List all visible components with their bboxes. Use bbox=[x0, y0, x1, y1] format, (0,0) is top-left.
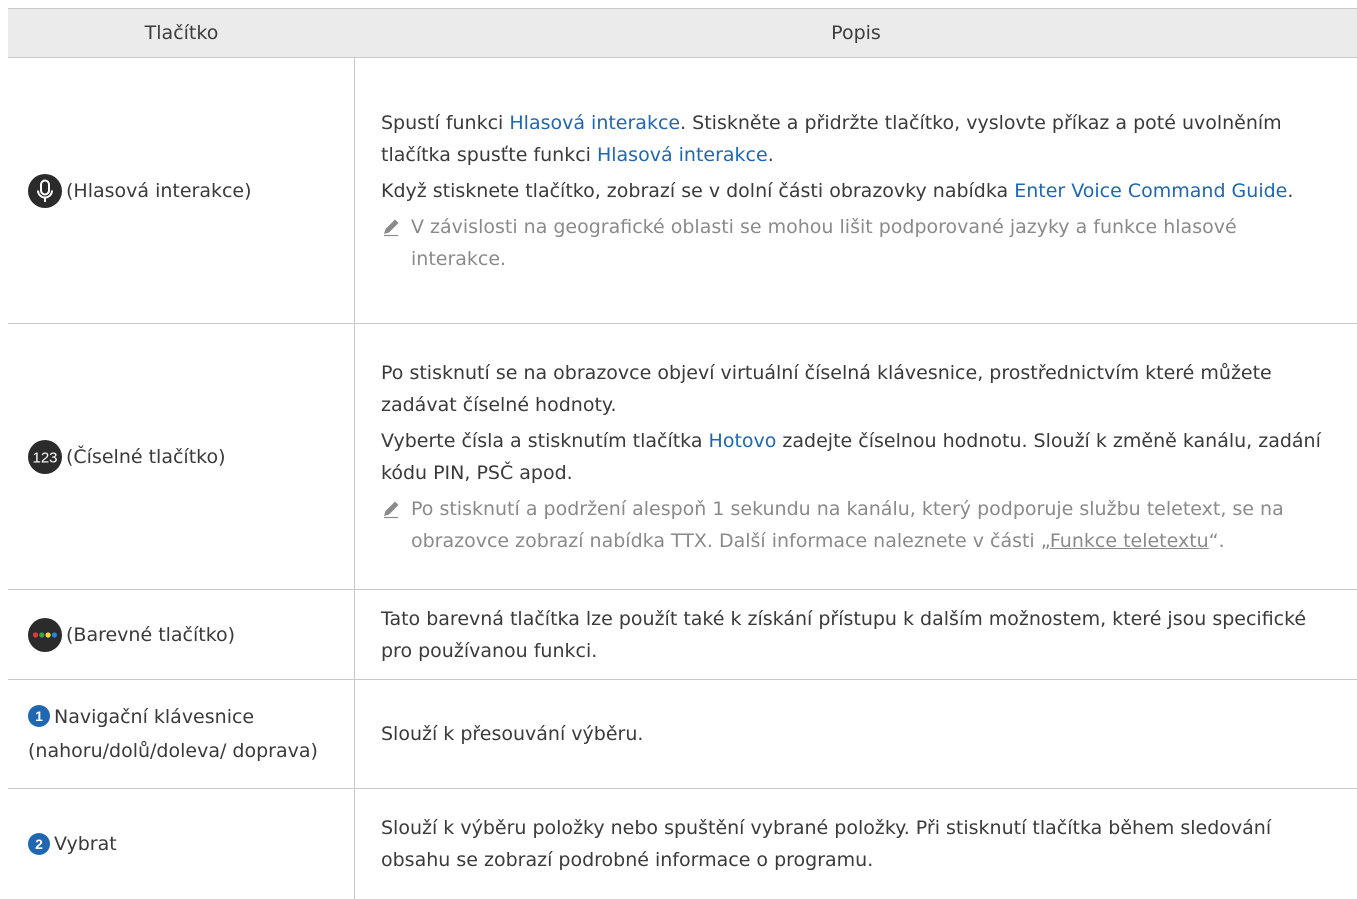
button-cell: (Hlasová interakce) bbox=[8, 58, 355, 323]
description-cell: Slouží k výběru položky nebo spuštění vy… bbox=[355, 789, 1357, 899]
microphone-icon bbox=[28, 173, 62, 208]
voice-interaction-link[interactable]: Hlasová interakce bbox=[597, 144, 768, 166]
button-label: Navigační klávesnice (nahoru/dolů/doleva… bbox=[28, 706, 318, 762]
table-header: Tlačítko Popis bbox=[8, 9, 1357, 58]
voice-interaction-link[interactable]: Hlasová interakce bbox=[509, 112, 680, 134]
voice-command-guide-link[interactable]: Enter Voice Command Guide bbox=[1014, 180, 1287, 202]
button-cell: 2 Vybrat bbox=[8, 789, 355, 899]
header-button-column: Tlačítko bbox=[144, 22, 219, 44]
header-description-column: Popis bbox=[831, 22, 881, 44]
table-row: (Barevné tlačítko) Tato barevná tlačítka… bbox=[8, 590, 1357, 680]
remote-buttons-table: Tlačítko Popis (Hlasová interakce) Spust… bbox=[8, 8, 1357, 899]
note: Po stisknutí a podržení alespoň 1 sekund… bbox=[381, 493, 1331, 557]
teletext-functions-link[interactable]: Funkce teletextu bbox=[1050, 530, 1209, 552]
description-paragraph: Slouží k přesouvání výběru. bbox=[381, 723, 644, 745]
button-label: (Číselné tlačítko) bbox=[66, 445, 226, 468]
description-paragraph: Po stisknutí se na obrazovce objeví virt… bbox=[381, 361, 1272, 416]
number-pad-icon: 123 bbox=[28, 439, 62, 474]
description-paragraph: Slouží k výběru položky nebo spuštění vy… bbox=[381, 817, 1272, 871]
description-paragraph: Když stisknete tlačítko, zobrazí se v do… bbox=[381, 179, 1294, 202]
note-text: V závislosti na geografické oblasti se m… bbox=[411, 215, 1237, 270]
description-cell: Tato barevná tlačítka lze použít také k … bbox=[355, 590, 1357, 679]
description-paragraph: Spustí funkci Hlasová interakce. Stiskně… bbox=[381, 111, 1282, 166]
button-cell: 123 (Číselné tlačítko) bbox=[8, 324, 355, 589]
button-label: (Barevné tlačítko) bbox=[66, 623, 236, 646]
button-label: (Hlasová interakce) bbox=[66, 179, 252, 202]
color-buttons-icon bbox=[28, 617, 62, 652]
svg-text:123: 123 bbox=[32, 449, 57, 466]
note: V závislosti na geografické oblasti se m… bbox=[381, 211, 1331, 275]
description-cell: Slouží k přesouvání výběru. bbox=[355, 680, 1357, 788]
pencil-icon bbox=[384, 501, 399, 518]
number-1-badge-icon: 1 bbox=[28, 705, 50, 736]
description-cell: Spustí funkci Hlasová interakce. Stiskně… bbox=[355, 58, 1357, 323]
description-paragraph: Vyberte čísla a stisknutím tlačítka Hoto… bbox=[381, 429, 1321, 484]
table-row: (Hlasová interakce) Spustí funkci Hlasov… bbox=[8, 58, 1357, 324]
svg-text:1: 1 bbox=[35, 708, 43, 724]
number-2-badge-icon: 2 bbox=[28, 833, 50, 855]
done-link[interactable]: Hotovo bbox=[709, 430, 777, 452]
svg-text:2: 2 bbox=[35, 836, 43, 852]
table-row: 123 (Číselné tlačítko) Po stisknutí se n… bbox=[8, 324, 1357, 590]
description-paragraph: Tato barevná tlačítka lze použít také k … bbox=[381, 607, 1307, 662]
pencil-icon bbox=[384, 219, 399, 236]
button-cell: 1 Navigační klávesnice (nahoru/dolů/dole… bbox=[8, 680, 355, 788]
table-row: 1 Navigační klávesnice (nahoru/dolů/dole… bbox=[8, 680, 1357, 789]
button-cell: (Barevné tlačítko) bbox=[8, 590, 355, 679]
table-row: 2 Vybrat Slouží k výběru položky nebo sp… bbox=[8, 789, 1357, 899]
description-cell: Po stisknutí se na obrazovce objeví virt… bbox=[355, 324, 1357, 589]
note-text: Po stisknutí a podržení alespoň 1 sekund… bbox=[411, 497, 1284, 552]
button-label: Vybrat bbox=[54, 833, 117, 855]
